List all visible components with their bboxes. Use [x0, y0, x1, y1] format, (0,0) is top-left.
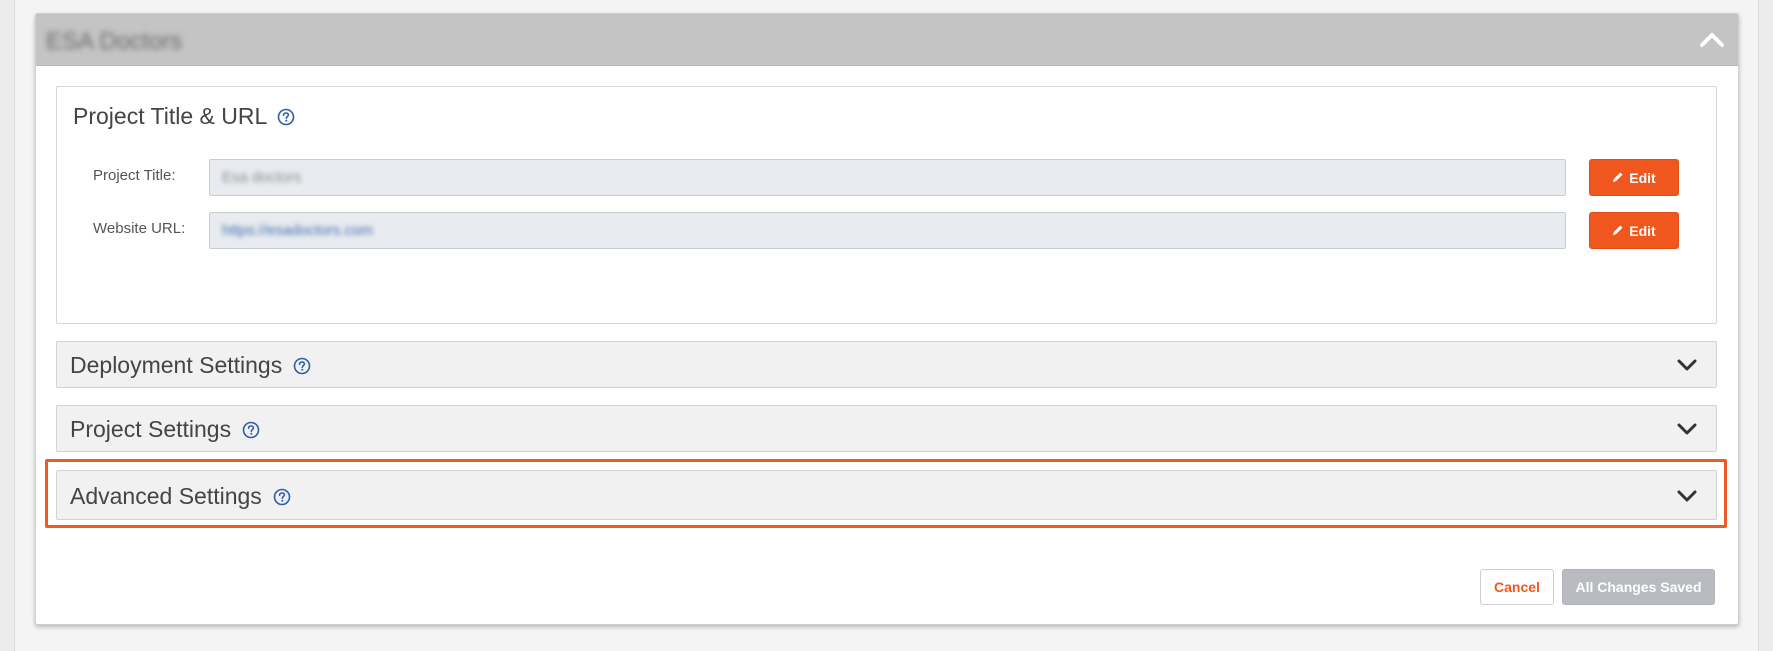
accordion-title: Project Settings: [70, 416, 260, 443]
website-url-value: https://esadoctors.com: [222, 222, 373, 239]
question-circle-icon[interactable]: [293, 357, 311, 375]
accordion-title: Deployment Settings: [70, 352, 311, 379]
cancel-button[interactable]: Cancel: [1480, 569, 1554, 605]
accordion-title-text: Advanced Settings: [70, 483, 262, 509]
project-panel: ESA Doctors Project Title & URL Project …: [35, 13, 1739, 625]
section-title-text: Project Title & URL: [73, 103, 268, 129]
pencil-icon: [1612, 170, 1624, 186]
project-title-value: Esa doctors: [222, 169, 302, 186]
project-title-url-section: Project Title & URL Project Title: Esa d…: [56, 86, 1717, 324]
website-url-label: Website URL:: [93, 220, 186, 237]
question-circle-icon[interactable]: [242, 421, 260, 439]
accordion-title-text: Deployment Settings: [70, 352, 283, 378]
edit-label: Edit: [1629, 222, 1656, 239]
edit-website-url-button[interactable]: Edit: [1589, 212, 1679, 249]
chevron-down-icon[interactable]: [1674, 352, 1700, 378]
accordion-title: Advanced Settings: [70, 483, 291, 510]
chevron-down-icon[interactable]: [1674, 483, 1700, 509]
all-changes-saved-button: All Changes Saved: [1562, 569, 1715, 605]
edit-project-title-button[interactable]: Edit: [1589, 159, 1679, 196]
chevron-up-icon[interactable]: [1696, 24, 1728, 56]
project-title-field[interactable]: Esa doctors: [209, 159, 1566, 196]
website-url-field[interactable]: https://esadoctors.com: [209, 212, 1566, 249]
section-title: Project Title & URL: [73, 103, 295, 130]
advanced-settings-accordion[interactable]: Advanced Settings: [56, 470, 1717, 520]
panel-title: ESA Doctors: [46, 28, 183, 55]
panel-header[interactable]: ESA Doctors: [36, 14, 1738, 66]
project-settings-accordion[interactable]: Project Settings: [56, 405, 1717, 452]
accordion-title-text: Project Settings: [70, 416, 232, 442]
question-circle-icon[interactable]: [273, 488, 291, 506]
chevron-down-icon[interactable]: [1674, 416, 1700, 442]
pencil-icon: [1612, 223, 1624, 239]
project-title-label: Project Title:: [93, 167, 176, 184]
deployment-settings-accordion[interactable]: Deployment Settings: [56, 341, 1717, 388]
question-circle-icon[interactable]: [277, 108, 295, 126]
edit-label: Edit: [1629, 169, 1656, 186]
